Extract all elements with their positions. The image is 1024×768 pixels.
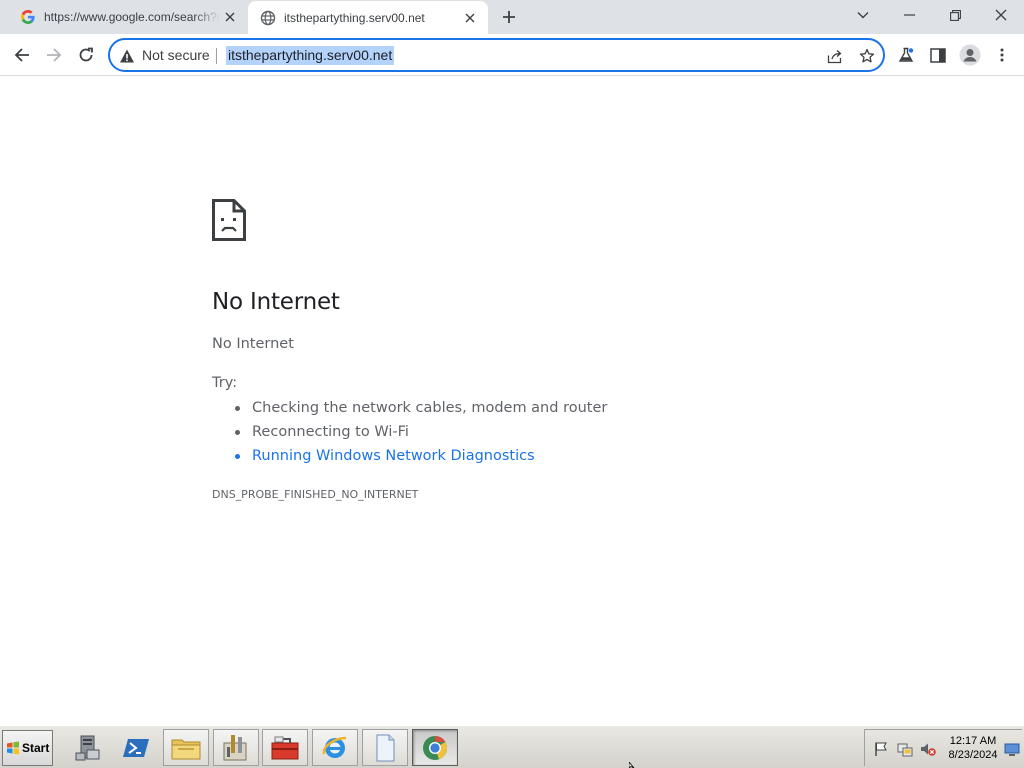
security-label[interactable]: Not secure (142, 47, 210, 63)
screen: https://www.google.com/search?q itsthepa… (0, 0, 1024, 768)
arrow-left-icon (14, 48, 29, 62)
tab-title: https://www.google.com/search?q (44, 10, 220, 24)
admin-tools-button[interactable] (213, 729, 259, 766)
internet-explorer-icon (322, 736, 347, 758)
browser-toolbar: Not secure itsthepartything.serv00.net (0, 34, 1024, 76)
extensions-lab-icon[interactable] (894, 43, 918, 67)
error-heading: No Internet (212, 289, 340, 315)
internet-explorer-button[interactable] (312, 729, 358, 766)
tab-search-button[interactable] (840, 0, 886, 30)
new-tab-button[interactable] (497, 5, 521, 29)
file-explorer-icon (171, 739, 201, 759)
show-desktop-icon[interactable] (1004, 741, 1020, 757)
reload-button[interactable] (74, 43, 98, 67)
network-icon[interactable] (897, 741, 913, 757)
chrome-icon (423, 735, 447, 760)
powershell-button[interactable] (114, 729, 160, 766)
error-code: DNS_PROBE_FINISHED_NO_INTERNET (212, 488, 419, 501)
page-content: No Internet No Internet Try: Checking th… (0, 77, 1024, 725)
warning-triangle-icon (120, 49, 134, 63)
server-manager-icon (75, 735, 100, 760)
close-icon (995, 9, 1007, 21)
minimize-button[interactable] (886, 0, 932, 30)
toolbox-icon (271, 736, 299, 759)
chevron-down-icon (857, 12, 869, 19)
reload-icon (79, 47, 93, 62)
close-window-button[interactable] (978, 0, 1024, 30)
tab-title: itsthepartything.serv00.net (284, 10, 425, 25)
arrow-right-icon (47, 48, 62, 62)
notepad-icon (376, 734, 395, 761)
forward-button[interactable] (42, 43, 66, 67)
suggestion-reconnect-wifi: Reconnecting to Wi-Fi (212, 422, 607, 446)
side-panel-icon[interactable] (926, 43, 950, 67)
google-g-icon (21, 10, 35, 24)
suggestion-list: Checking the network cables, modem and r… (212, 398, 607, 470)
restore-button[interactable] (932, 0, 978, 30)
clock-date: 8/23/2024 (948, 749, 998, 761)
tab-strip: https://www.google.com/search?q itsthepa… (0, 0, 1024, 34)
taskbar: Start 12:17 AM 8/23/2024 (0, 725, 1024, 768)
chrome-button[interactable] (412, 729, 458, 766)
tab-active-site[interactable]: itsthepartything.serv00.net (248, 1, 488, 34)
volume-muted-icon[interactable] (920, 741, 936, 757)
start-button[interactable]: Start (2, 730, 53, 766)
plus-icon (503, 11, 515, 23)
notepad-button[interactable] (362, 729, 408, 766)
more-menu-icon[interactable] (990, 43, 1014, 67)
mouse-cursor-icon (629, 762, 635, 768)
clock-time: 12:17 AM (949, 735, 997, 747)
bookmark-star-icon[interactable] (858, 47, 876, 65)
server-manager-button[interactable] (64, 729, 110, 766)
tab-close-icon[interactable] (460, 8, 480, 28)
try-label: Try: (212, 375, 238, 391)
start-label: Start (22, 741, 50, 755)
file-explorer-button[interactable] (163, 729, 209, 766)
clock[interactable]: 12:17 AM 8/23/2024 (943, 734, 1003, 762)
toolbox-button[interactable] (262, 729, 308, 766)
restore-icon (949, 9, 961, 21)
address-bar[interactable]: Not secure itsthepartything.serv00.net (108, 38, 885, 72)
share-icon[interactable] (826, 47, 844, 65)
system-tray: 12:17 AM 8/23/2024 (864, 729, 1022, 766)
sad-page-icon (212, 199, 246, 241)
action-center-flag-icon[interactable] (873, 741, 889, 757)
profile-avatar-icon[interactable] (958, 43, 982, 67)
back-button[interactable] (10, 43, 34, 67)
tab-close-icon[interactable] (220, 7, 240, 27)
network-diagnostics-link[interactable]: Running Windows Network Diagnostics (212, 446, 607, 470)
windows-flag-icon (7, 741, 19, 755)
suggestion-check-cables: Checking the network cables, modem and r… (212, 398, 607, 422)
powershell-icon (123, 738, 149, 757)
tab-google-search[interactable]: https://www.google.com/search?q (8, 0, 248, 34)
url-text[interactable]: itsthepartything.serv00.net (226, 46, 395, 65)
admin-tools-icon (223, 734, 247, 760)
minimize-icon (903, 14, 915, 16)
error-subtext: No Internet (212, 336, 294, 352)
separator (216, 48, 217, 64)
globe-icon (260, 10, 276, 25)
